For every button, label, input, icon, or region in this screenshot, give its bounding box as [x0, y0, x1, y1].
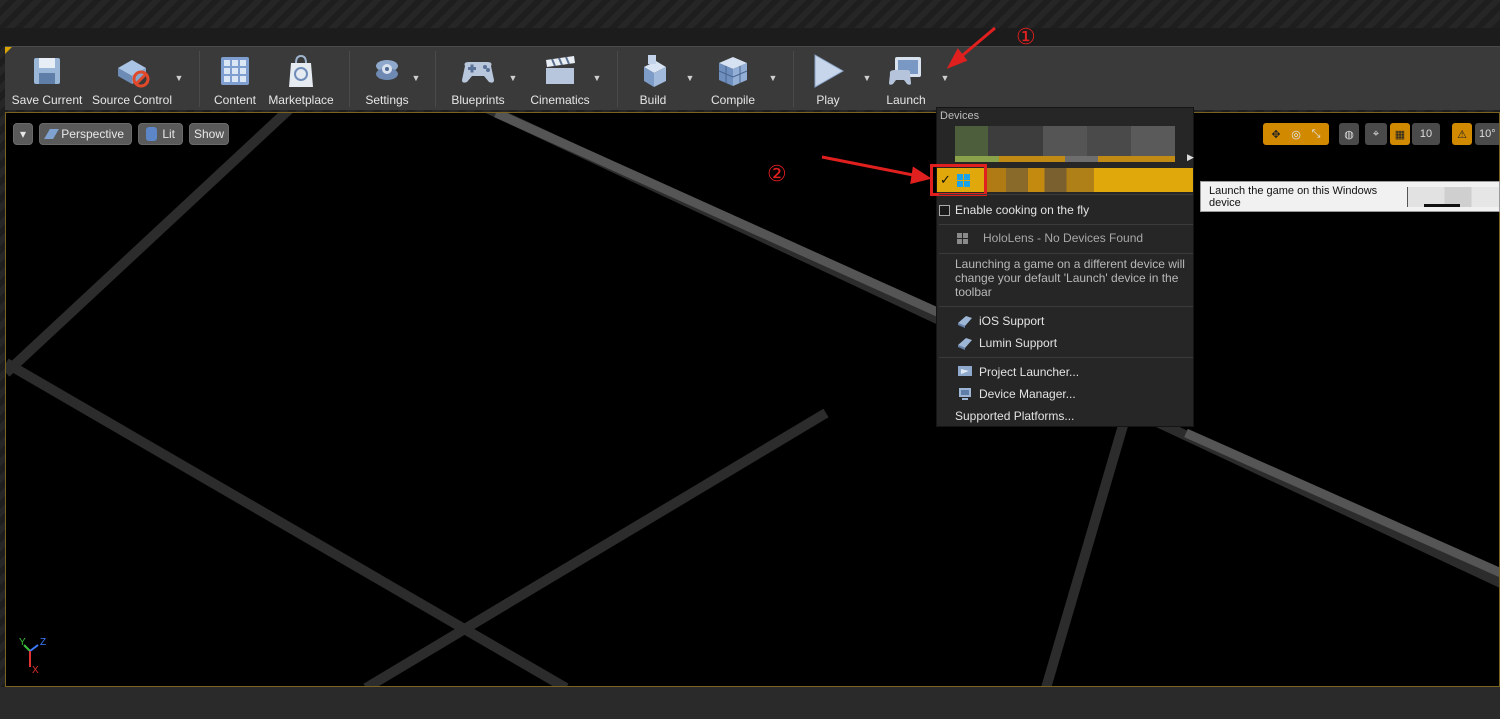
bottom-bar — [0, 687, 1500, 719]
shopping-bag-icon — [281, 52, 321, 90]
scale-icon[interactable]: ⤡ — [1306, 128, 1326, 141]
project-launcher-item[interactable]: Project Launcher... — [937, 362, 1193, 382]
devices-section-header: Devices — [940, 110, 980, 122]
toolbar-separator — [617, 51, 618, 107]
chevron-right-icon: ▶ — [1187, 152, 1194, 162]
source-control-button[interactable]: Source Control — [91, 51, 173, 109]
grid-snap-value[interactable]: 10 — [1412, 123, 1440, 145]
menu-divider — [939, 357, 1193, 358]
rotate-icon[interactable]: ◎ — [1286, 128, 1306, 141]
lumin-support-item[interactable]: Lumin Support — [937, 333, 1193, 353]
cinematics-button[interactable]: Cinematics — [527, 51, 593, 109]
tooltip-blurred-device-bar — [1424, 203, 1461, 207]
compile-button[interactable]: Compile — [705, 51, 761, 109]
building-blocks-icon — [633, 52, 673, 90]
toolbar-corner-marker — [5, 47, 12, 54]
marketplace-button[interactable]: Marketplace — [265, 51, 337, 109]
axis-gizmo: Y Z X — [16, 633, 56, 677]
menu-divider — [939, 306, 1193, 307]
gear-icon — [367, 52, 407, 90]
axis-z-label: Z — [40, 637, 47, 648]
rotation-snap-toggle[interactable]: ⚠ — [1452, 123, 1472, 145]
content-button[interactable]: Content — [210, 51, 260, 109]
toolbar-separator — [349, 51, 350, 107]
surface-snapping-button[interactable]: ⌖ — [1365, 123, 1387, 145]
menu-divider — [939, 194, 1193, 195]
tooltip-blurred-device — [1407, 186, 1499, 207]
step-2-annotation: ② — [767, 161, 787, 186]
launch-dropdown-arrow[interactable]: ▼ — [940, 73, 950, 83]
title-strip — [0, 28, 1500, 46]
gamepad-icon — [458, 52, 498, 90]
angle-icon: ⚠ — [1457, 128, 1467, 141]
toolbar-separator — [199, 51, 200, 107]
surface-snap-icon: ⌖ — [1372, 127, 1380, 140]
windows-logo-icon — [957, 232, 968, 244]
menu-divider — [939, 224, 1193, 225]
device-row-blurred-bar — [955, 156, 1175, 162]
launch-dropdown-menu: Devices ▶ ✓ Enable cooking on the fly Ho… — [930, 107, 1194, 427]
play-icon — [808, 52, 848, 90]
play-dropdown-arrow[interactable]: ▼ — [862, 73, 872, 83]
device-name-blurred — [983, 168, 1094, 192]
compile-dropdown-arrow[interactable]: ▼ — [768, 73, 778, 83]
device-manager-icon — [957, 387, 973, 401]
checkbox-icon[interactable] — [939, 204, 950, 216]
perspective-icon — [44, 129, 60, 139]
step-1-annotation: ① — [1016, 24, 1036, 49]
settings-button[interactable]: Settings — [361, 51, 413, 109]
editor-window: Save Current Source Control ▼ Content Ma… — [0, 0, 1500, 719]
device-manager-item[interactable]: Device Manager... — [937, 384, 1193, 404]
content-browser-icon — [215, 52, 255, 90]
supported-platforms-item[interactable]: Supported Platforms... — [937, 406, 1193, 426]
platform-support-icon — [957, 314, 973, 328]
main-toolbar: Save Current Source Control ▼ Content Ma… — [5, 46, 1500, 110]
compile-cubes-icon — [713, 52, 753, 90]
hololens-item: HoloLens - No Devices Found — [937, 228, 1193, 248]
rotation-snap-value[interactable]: 10° — [1475, 123, 1499, 145]
blueprints-button[interactable]: Blueprints — [445, 51, 511, 109]
lit-sphere-icon — [146, 127, 158, 141]
annotation-box-2 — [930, 164, 987, 196]
launch-device-note: Launching a game on a different device w… — [955, 257, 1185, 299]
globe-icon: ◍ — [1344, 128, 1354, 141]
enable-cooking-item[interactable]: Enable cooking on the fly — [937, 200, 1193, 220]
viewport-options-button[interactable]: ▾ — [13, 123, 33, 145]
axis-y-label: Y — [19, 637, 26, 648]
source-control-dropdown-arrow[interactable]: ▼ — [174, 73, 184, 83]
play-button[interactable]: Play — [805, 51, 851, 109]
build-dropdown-arrow[interactable]: ▼ — [685, 73, 695, 83]
launch-tooltip: Launch the game on this Windows device — [1200, 181, 1500, 212]
floppy-disk-icon — [27, 52, 67, 90]
settings-dropdown-arrow[interactable]: ▼ — [411, 73, 421, 83]
lit-mode-button[interactable]: Lit — [138, 123, 183, 145]
perspective-button[interactable]: Perspective — [39, 123, 132, 145]
source-control-icon — [112, 52, 152, 90]
axis-x-label: X — [32, 665, 39, 676]
translate-icon[interactable]: ✥ — [1266, 128, 1286, 141]
show-button[interactable]: Show — [189, 123, 229, 145]
world-local-toggle[interactable]: ◍ — [1339, 123, 1359, 145]
device-row-blurred[interactable] — [955, 126, 1175, 162]
grid-icon: ▦ — [1394, 128, 1406, 141]
launch-button[interactable]: Launch — [880, 51, 932, 109]
toolbar-separator — [793, 51, 794, 107]
transform-tools-group[interactable]: ✥ ◎ ⤡ — [1263, 123, 1329, 145]
blueprints-dropdown-arrow[interactable]: ▼ — [508, 73, 518, 83]
save-current-button[interactable]: Save Current — [12, 51, 82, 109]
menu-divider — [939, 253, 1193, 254]
toolbar-separator — [435, 51, 436, 107]
launch-device-icon — [886, 52, 926, 90]
clapperboard-icon — [540, 52, 580, 90]
build-button[interactable]: Build — [627, 51, 679, 109]
project-launcher-icon — [957, 365, 973, 379]
ios-support-item[interactable]: iOS Support — [937, 311, 1193, 331]
chevron-down-icon: ▾ — [19, 127, 27, 141]
cinematics-dropdown-arrow[interactable]: ▼ — [592, 73, 602, 83]
grid-snap-toggle[interactable]: ▦ — [1390, 123, 1410, 145]
platform-support-icon — [957, 336, 973, 350]
